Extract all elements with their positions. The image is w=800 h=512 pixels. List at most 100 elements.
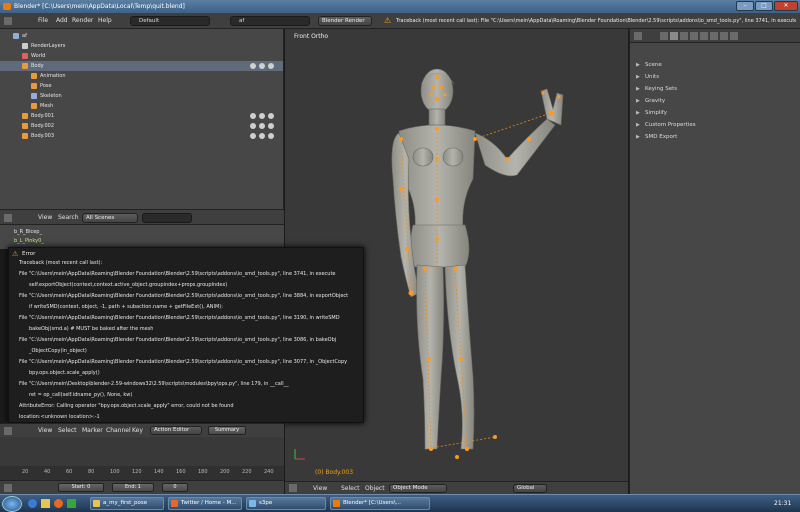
expand-triangle-icon[interactable]: ▶: [636, 132, 640, 143]
object-mode-dropdown[interactable]: Object Mode: [389, 484, 447, 493]
report-message[interactable]: Traceback (most recent call last): File …: [396, 17, 796, 26]
outliner-row[interactable]: af: [0, 31, 283, 41]
object-tab-icon[interactable]: [690, 32, 698, 40]
eye-icon[interactable]: [250, 63, 256, 69]
outliner-row[interactable]: Mesh: [0, 101, 283, 111]
orientation-dropdown[interactable]: Global: [513, 484, 547, 493]
outliner-row[interactable]: Pose: [0, 81, 283, 91]
viewport-menu-select[interactable]: Select: [341, 485, 360, 492]
list-item[interactable]: b_R_Bicep_: [0, 228, 283, 237]
panel-header[interactable]: ▶ Units: [634, 72, 797, 83]
ie-icon[interactable]: [28, 499, 37, 508]
properties-editor-icon[interactable]: [634, 32, 642, 40]
outliner-row[interactable]: Body.001: [0, 111, 283, 121]
outliner-panel: af RenderLayers World Body Animation Pose Skel…: [0, 29, 284, 209]
data-tab-icon[interactable]: [720, 32, 728, 40]
outliner-row[interactable]: Body: [0, 61, 283, 71]
panel-header[interactable]: ▶ Custom Properties: [634, 120, 797, 131]
outliner-row-label: Mesh: [40, 103, 54, 109]
start-frame-field[interactable]: Start: 0: [58, 483, 104, 492]
taskbar-button[interactable]: Blender* [C:\Users\...: [330, 497, 430, 510]
eye-icon[interactable]: [250, 123, 256, 129]
expand-triangle-icon[interactable]: ▶: [636, 60, 640, 71]
viewport-menu-object[interactable]: Object: [365, 485, 385, 492]
close-button[interactable]: ✕: [774, 1, 798, 11]
panel-header[interactable]: ▶ Scene: [634, 60, 797, 71]
start-button[interactable]: [2, 496, 22, 512]
outliner-editor-icon[interactable]: [4, 214, 12, 222]
outliner-row[interactable]: World: [0, 51, 283, 61]
screen-layout-field[interactable]: Default: [130, 16, 210, 26]
outliner-row[interactable]: Animation: [0, 71, 283, 81]
list-item[interactable]: b_L_Pinky0_: [0, 237, 283, 246]
camera-icon[interactable]: [268, 123, 274, 129]
minimize-button[interactable]: –: [736, 1, 754, 11]
panel-header[interactable]: ▶ Simplify: [634, 108, 797, 119]
dopesheet-menu-key[interactable]: Key: [132, 427, 143, 434]
error-popup[interactable]: ⚠ Error Traceback (most recent call last…: [8, 247, 364, 423]
camera-icon[interactable]: [268, 63, 274, 69]
taskbar-button[interactable]: Twitter / Home - M...: [168, 497, 242, 510]
outliner-row[interactable]: Body.003: [0, 131, 283, 141]
world-tab-icon[interactable]: [680, 32, 688, 40]
panel-header[interactable]: ▶ SMD Export: [634, 132, 797, 143]
folder-icon[interactable]: [41, 499, 50, 508]
timeline-editor-icon[interactable]: [4, 484, 12, 492]
expand-triangle-icon[interactable]: ▶: [636, 96, 640, 107]
cursor-icon[interactable]: [259, 113, 265, 119]
render-tab-icon[interactable]: [660, 32, 668, 40]
media-icon[interactable]: [54, 499, 63, 508]
end-frame-field[interactable]: End: 1: [112, 483, 154, 492]
outliner-menu-view[interactable]: View: [38, 214, 52, 221]
dopesheet-editor-icon[interactable]: [4, 427, 12, 435]
scene-tab-icon[interactable]: [670, 32, 678, 40]
outliner-search-input[interactable]: [142, 213, 192, 223]
summary-toggle[interactable]: Summary: [208, 426, 246, 435]
eye-icon[interactable]: [250, 133, 256, 139]
maximize-button[interactable]: □: [755, 1, 773, 11]
camera-icon[interactable]: [268, 133, 274, 139]
taskbar-button-label: a_my_first_pose: [103, 500, 148, 506]
editor-type-icon[interactable]: [4, 17, 12, 25]
dopesheet-mode-dropdown[interactable]: Action Editor: [150, 426, 202, 435]
current-frame-field[interactable]: 0: [162, 483, 188, 492]
menu-add[interactable]: Add: [56, 17, 68, 24]
scenes-filter-dropdown[interactable]: All Scenes: [82, 213, 138, 223]
outliner-row[interactable]: Body.002: [0, 121, 283, 131]
cursor-icon[interactable]: [259, 63, 265, 69]
expand-triangle-icon[interactable]: ▶: [636, 72, 640, 83]
render-engine-dropdown[interactable]: Blender Render: [318, 16, 372, 26]
dopesheet-menu-select[interactable]: Select: [58, 427, 77, 434]
outliner-row[interactable]: Skeleton: [0, 91, 283, 101]
camera-icon[interactable]: [268, 113, 274, 119]
eye-icon[interactable]: [250, 113, 256, 119]
outliner-row[interactable]: RenderLayers: [0, 41, 283, 51]
clock[interactable]: 21:31: [774, 500, 791, 507]
dopesheet-menu-view[interactable]: View: [38, 427, 52, 434]
taskbar-button[interactable]: a_my_first_pose: [90, 497, 164, 510]
frame-ruler[interactable]: 20 40 60 80 100 120 140 160 180 200 220 240: [0, 466, 284, 480]
expand-triangle-icon[interactable]: ▶: [636, 120, 640, 131]
expand-triangle-icon[interactable]: ▶: [636, 108, 640, 119]
expand-triangle-icon[interactable]: ▶: [636, 84, 640, 95]
panel-header[interactable]: ▶ Gravity: [634, 96, 797, 107]
panel-header[interactable]: ▶ Keying Sets: [634, 84, 797, 95]
material-tab-icon[interactable]: [730, 32, 738, 40]
scene-field[interactable]: af: [230, 16, 310, 26]
app-icon[interactable]: [67, 499, 76, 508]
dopesheet-header: View Select Marker Channel Key Action Ed…: [0, 423, 284, 437]
modifiers-tab-icon[interactable]: [710, 32, 718, 40]
constraints-tab-icon[interactable]: [700, 32, 708, 40]
taskbar-button[interactable]: s3pe: [246, 497, 326, 510]
viewport-editor-icon[interactable]: [289, 484, 297, 492]
menu-render[interactable]: Render: [72, 17, 93, 24]
dopesheet-menu-channel[interactable]: Channel: [106, 427, 131, 434]
cursor-icon[interactable]: [259, 123, 265, 129]
menu-file[interactable]: File: [38, 17, 48, 24]
cursor-icon[interactable]: [259, 133, 265, 139]
viewport-menu-view[interactable]: View: [313, 485, 327, 492]
outliner-menu-search[interactable]: Search: [58, 214, 79, 221]
dopesheet-menu-marker[interactable]: Marker: [82, 427, 103, 434]
taskbar-app-icon: [171, 500, 178, 507]
menu-help[interactable]: Help: [98, 17, 112, 24]
